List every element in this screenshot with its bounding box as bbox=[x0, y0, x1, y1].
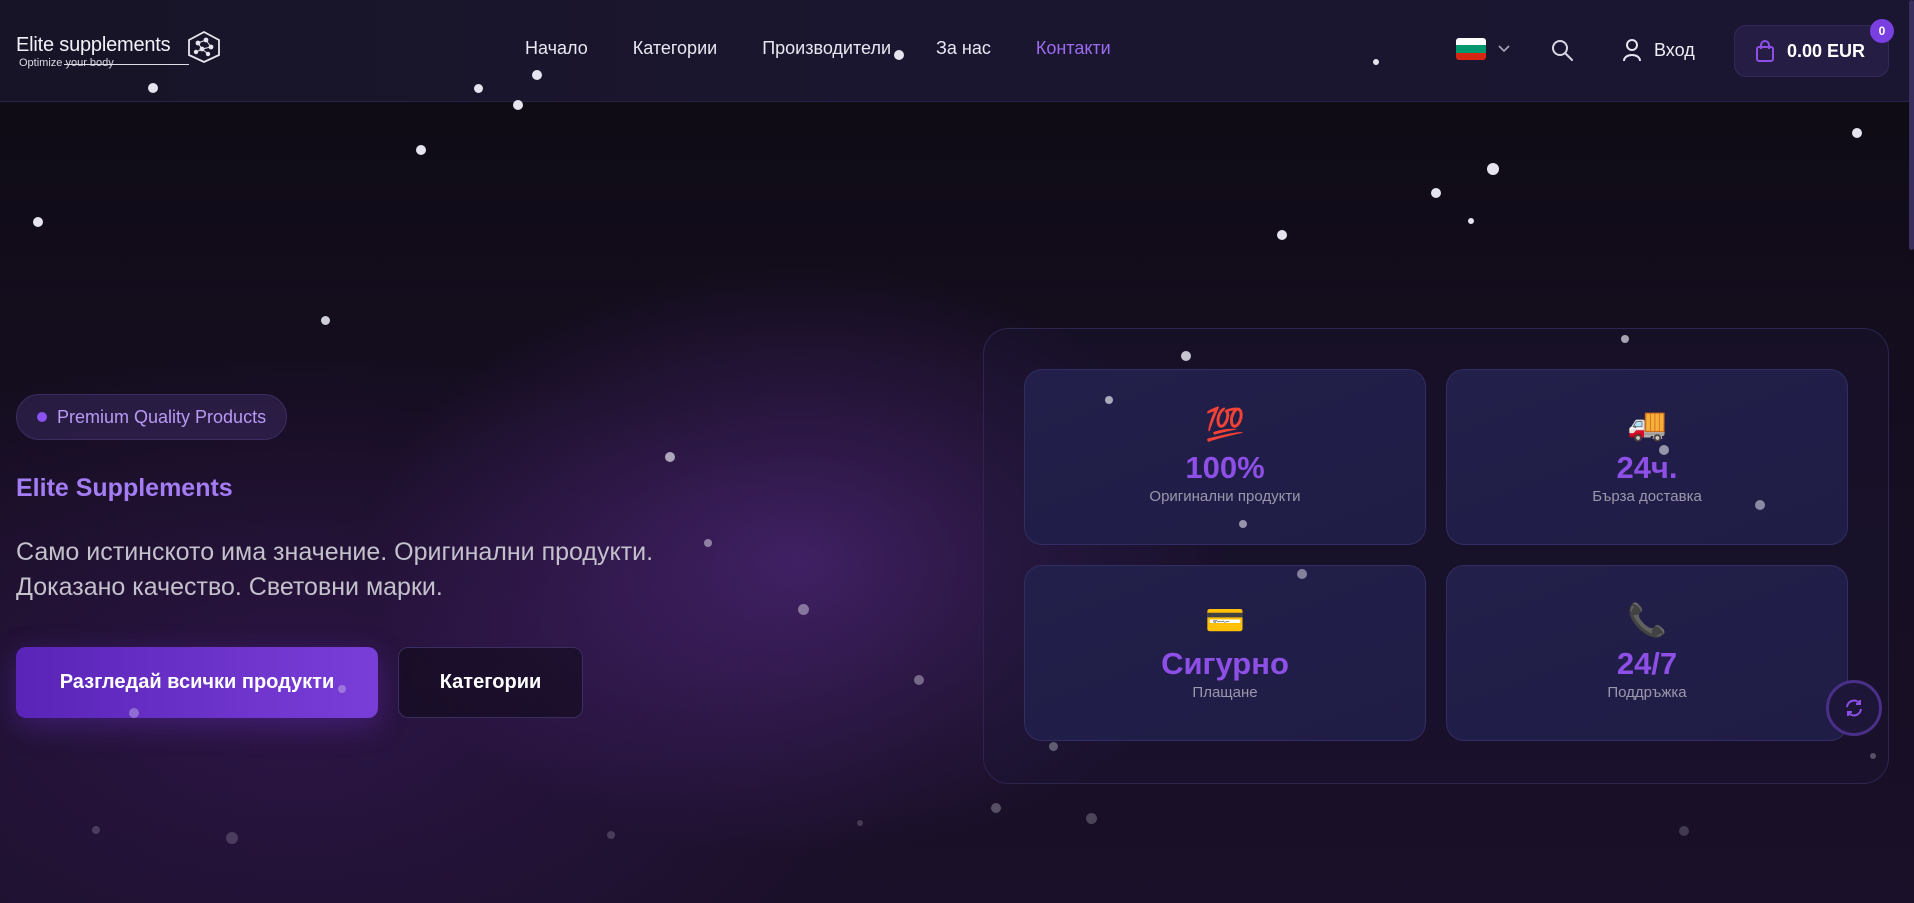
user-icon bbox=[1623, 39, 1641, 62]
particle-dot bbox=[1852, 128, 1862, 138]
particle-dot bbox=[894, 50, 904, 60]
chevron-down-icon bbox=[1498, 45, 1510, 53]
particle-dot bbox=[338, 685, 346, 693]
particle-dot bbox=[1277, 230, 1287, 240]
premium-badge: Premium Quality Products bbox=[16, 394, 288, 440]
stat-value: 100% bbox=[1185, 450, 1265, 485]
language-selector[interactable] bbox=[1456, 38, 1510, 60]
hundred-points-icon: 💯 bbox=[1205, 406, 1245, 442]
nav-item-categories[interactable]: Категории bbox=[633, 38, 717, 59]
hero-subtitle: Само истинското има значение. Оригинални… bbox=[16, 538, 654, 601]
main-nav: Начало Категории Производители За нас Ко… bbox=[525, 38, 1156, 59]
particle-dot bbox=[857, 820, 863, 826]
particle-dot bbox=[416, 145, 426, 155]
particle-dot bbox=[320, 315, 330, 325]
particle-dot bbox=[532, 70, 542, 80]
logo-title: Elite supplements bbox=[16, 34, 171, 56]
stat-card-original: 💯 100% Оригинални продукти bbox=[1024, 369, 1426, 545]
particle-dot bbox=[1048, 741, 1058, 751]
particle-dot bbox=[1239, 520, 1247, 528]
stats-panel: 💯 100% Оригинални продукти 🚚 24ч. Бърза … bbox=[983, 328, 1889, 784]
page-scrollbar[interactable] bbox=[1909, 0, 1914, 250]
cart-total: 0.00 EUR bbox=[1787, 40, 1866, 61]
refresh-icon bbox=[1846, 699, 1862, 717]
particle-dot bbox=[473, 83, 483, 93]
particle-dot bbox=[148, 83, 158, 93]
particle-dot bbox=[1373, 59, 1379, 65]
shopping-bag-icon bbox=[1756, 40, 1774, 62]
logo-tagline: Optimize your body bbox=[19, 57, 114, 69]
stat-card-support: 📞 24/7 Поддръжка bbox=[1446, 565, 1848, 741]
particle-dot bbox=[1085, 812, 1097, 824]
nav-item-home[interactable]: Начало bbox=[525, 38, 588, 59]
search-icon[interactable] bbox=[1550, 38, 1574, 62]
stat-value: 24/7 bbox=[1616, 646, 1678, 681]
particle-dot bbox=[1659, 445, 1669, 455]
stat-label: Бърза доставка bbox=[1592, 488, 1702, 505]
particle-dot bbox=[1105, 396, 1113, 404]
refresh-button[interactable] bbox=[1826, 680, 1882, 736]
particle-dot bbox=[1621, 335, 1629, 343]
categories-button[interactable]: Категории bbox=[398, 647, 583, 718]
particle-dot bbox=[1468, 218, 1474, 224]
particle-dot bbox=[226, 832, 238, 844]
logo-molecule-icon bbox=[188, 30, 220, 63]
stat-card-payment: 💳 Сигурно Плащане bbox=[1024, 565, 1426, 741]
particle-dot bbox=[1679, 826, 1689, 836]
hero-title: Elite Supplements bbox=[16, 474, 233, 502]
login-link[interactable]: Вход bbox=[1622, 38, 1695, 62]
particle-dot bbox=[704, 539, 712, 547]
phone-icon: 📞 bbox=[1627, 602, 1667, 638]
particle-dot bbox=[33, 217, 43, 227]
particle-dot bbox=[1487, 163, 1499, 175]
particle-dot bbox=[513, 100, 523, 110]
stat-value: Сигурно bbox=[1161, 646, 1289, 681]
cart-button[interactable]: 0.00 EUR bbox=[1734, 25, 1889, 77]
badge-label: Premium Quality Products bbox=[57, 406, 267, 427]
particle-dot bbox=[914, 675, 924, 685]
particle-dot bbox=[607, 831, 615, 839]
badge-dot-icon bbox=[37, 412, 47, 422]
particle-dot bbox=[797, 603, 809, 615]
stat-label: Поддръжка bbox=[1607, 684, 1687, 701]
browse-all-products-button[interactable]: Разгледай всички продукти bbox=[16, 647, 378, 718]
nav-item-contacts[interactable]: Контакти bbox=[1036, 38, 1111, 59]
logo-underline bbox=[64, 64, 189, 65]
particle-dot bbox=[991, 803, 1001, 813]
site-header: Elite supplements Optimize your body Нач… bbox=[0, 0, 1914, 102]
particle-dot bbox=[129, 708, 139, 718]
stat-label: Оригинални продукти bbox=[1149, 488, 1301, 505]
site-logo[interactable]: Elite supplements Optimize your body bbox=[16, 30, 220, 74]
nav-item-about[interactable]: За нас bbox=[936, 38, 991, 59]
particle-dot bbox=[92, 826, 100, 834]
nav-item-manufacturers[interactable]: Производители bbox=[762, 38, 891, 59]
stat-value: 24ч. bbox=[1616, 450, 1678, 485]
particle-dot bbox=[665, 452, 675, 462]
particle-dot bbox=[1870, 753, 1876, 759]
stat-card-delivery: 🚚 24ч. Бърза доставка bbox=[1446, 369, 1848, 545]
particle-dot bbox=[1431, 188, 1441, 198]
stat-label: Плащане bbox=[1192, 684, 1258, 701]
bulgarian-flag-icon bbox=[1456, 38, 1486, 60]
particle-dot bbox=[1181, 351, 1191, 361]
cart-count-badge: 0 bbox=[1870, 19, 1894, 43]
login-label: Вход bbox=[1654, 39, 1695, 60]
particle-dot bbox=[1755, 500, 1765, 510]
particle-dot bbox=[1297, 569, 1307, 579]
credit-card-icon: 💳 bbox=[1205, 602, 1245, 638]
delivery-truck-icon: 🚚 bbox=[1627, 406, 1667, 442]
